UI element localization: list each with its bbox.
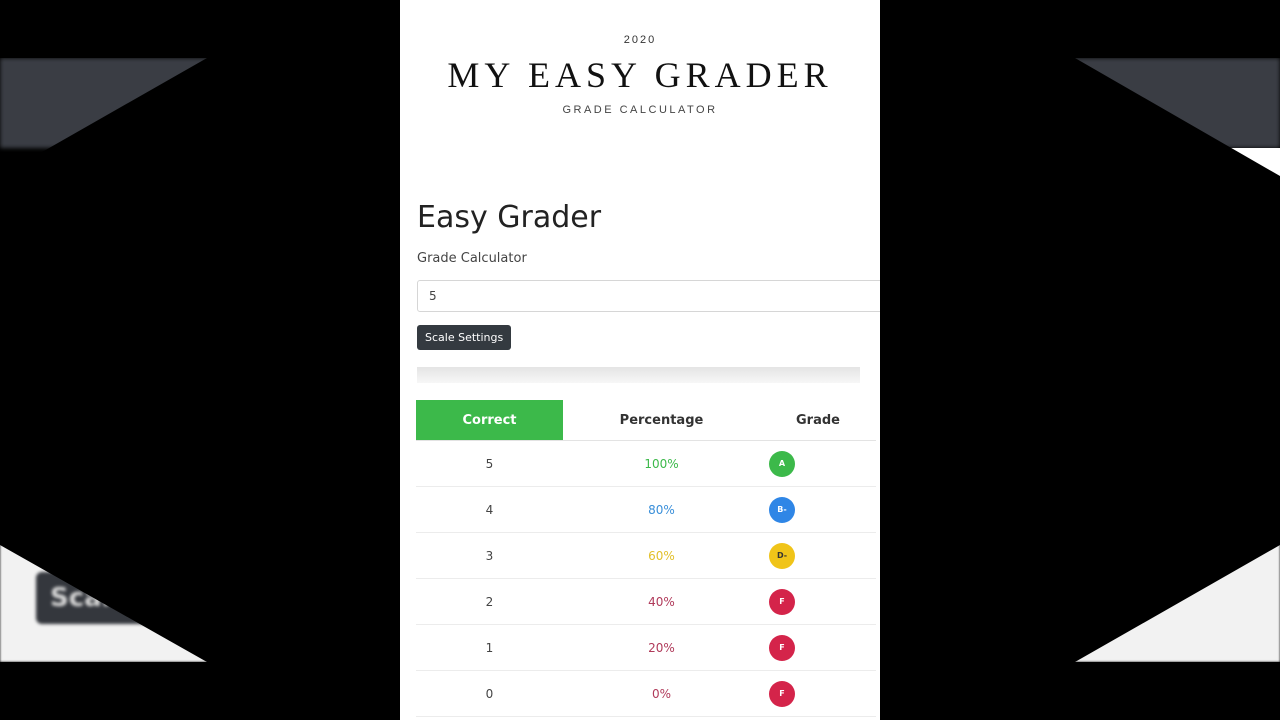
app-title: Easy Grader <box>417 200 602 235</box>
header-correct[interactable]: Correct <box>416 400 563 440</box>
hero-year: 2020 <box>623 34 657 46</box>
cell-grade: F <box>760 680 876 707</box>
cell-correct: 5 <box>485 456 494 471</box>
hero-title: MY EASY GRADER <box>447 55 833 95</box>
header-grade[interactable]: Grade <box>760 400 876 440</box>
scale-settings-button[interactable]: Scale Settings <box>417 325 512 350</box>
grade-badge: F <box>769 634 795 661</box>
hero-subtitle: GRADE CALCULATOR <box>562 104 718 116</box>
cell-percentage: 100% <box>644 456 679 471</box>
cell-correct: 3 <box>485 548 494 563</box>
cell-grade: B- <box>760 496 876 523</box>
grade-table: Correct Percentage Grade 5 100% A 4 80% B- 3 60… <box>416 400 876 717</box>
table-row: 4 80% B- <box>416 487 876 533</box>
cell-percentage: 20% <box>648 640 675 655</box>
cell-correct: 4 <box>485 502 494 517</box>
phone-screen: 2020 MY EASY GRADER GRADE CALCULATOR Eas… <box>400 0 880 720</box>
table-row: 2 40% F <box>416 579 876 625</box>
cell-grade: F <box>760 588 876 615</box>
grade-badge: F <box>769 680 795 707</box>
cell-grade: D- <box>760 542 876 569</box>
cell-correct: 2 <box>485 594 494 609</box>
header-percentage[interactable]: Percentage <box>563 400 760 440</box>
hero-banner: 2020 MY EASY GRADER GRADE CALCULATOR <box>400 0 880 180</box>
table-row: 5 100% A <box>416 441 876 487</box>
cell-percentage: 60% <box>648 548 675 563</box>
section-divider <box>417 367 860 383</box>
cell-percentage: 80% <box>648 502 675 517</box>
table-row: 1 20% F <box>416 625 876 671</box>
table-row: 0 0% F <box>416 671 876 717</box>
cell-percentage: 0% <box>651 686 672 701</box>
table-header: Correct Percentage Grade <box>416 400 876 441</box>
table-row: 3 60% D- <box>416 533 876 579</box>
cell-grade: F <box>760 634 876 661</box>
calculator-card: Easy Grader Grade Calculator Scale Setti… <box>400 180 880 383</box>
cell-correct: 1 <box>485 640 494 655</box>
cell-grade: A <box>760 450 876 477</box>
grade-badge: B- <box>769 496 795 523</box>
cell-percentage: 40% <box>648 594 675 609</box>
cell-correct: 0 <box>485 686 494 701</box>
grade-badge: D- <box>769 542 795 569</box>
table-body: 5 100% A 4 80% B- 3 60% D- 2 40% F 1 20% F 0 0% F <box>416 441 876 717</box>
grade-badge: A <box>769 450 795 477</box>
app-subtitle: Grade Calculator <box>417 251 527 266</box>
questions-count-input[interactable] <box>417 280 880 312</box>
grade-badge: F <box>769 588 795 615</box>
